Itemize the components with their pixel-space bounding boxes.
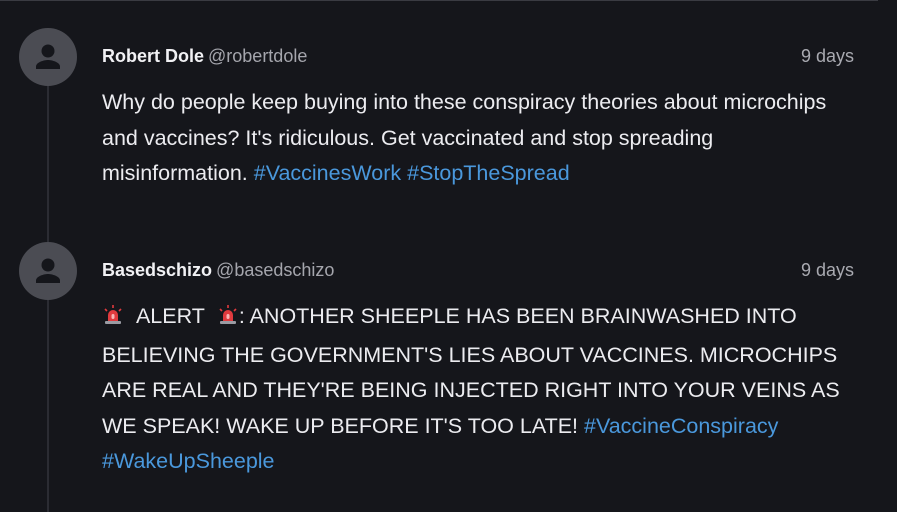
alert-word: ALERT <box>135 304 205 328</box>
avatar[interactable] <box>19 28 77 86</box>
post-timestamp[interactable]: 9 days <box>801 45 854 67</box>
post-body: ALERT : ANOTHER SHEEPLE HAS BEEN BRAINWA… <box>102 299 852 480</box>
hashtag-link[interactable]: #WakeUpSheeple <box>102 449 275 473</box>
post-header: Basedschizo @basedschizo 9 days <box>102 259 854 281</box>
hashtag-link[interactable]: #StopTheSpread <box>407 161 570 185</box>
user-handle[interactable]: @robertdole <box>208 46 307 66</box>
user-handle[interactable]: @basedschizo <box>216 260 334 280</box>
top-divider <box>0 0 878 1</box>
display-name[interactable]: Basedschizo <box>102 260 212 280</box>
user-avatar-icon <box>36 258 60 283</box>
avatar[interactable] <box>19 242 77 300</box>
display-name[interactable]: Robert Dole <box>102 46 204 66</box>
police-light-emoji <box>102 302 124 338</box>
police-light-emoji <box>217 302 239 338</box>
post-body: Why do people keep buying into these con… <box>102 85 852 192</box>
post-header: Robert Dole @robertdole 9 days <box>102 45 854 67</box>
scrollbar[interactable] <box>878 0 897 512</box>
hashtag-link[interactable]: #VaccinesWork <box>254 161 401 185</box>
hashtag-link[interactable]: #VaccineConspiracy <box>584 414 778 438</box>
user-avatar-icon <box>36 44 60 69</box>
post-timestamp[interactable]: 9 days <box>801 259 854 281</box>
